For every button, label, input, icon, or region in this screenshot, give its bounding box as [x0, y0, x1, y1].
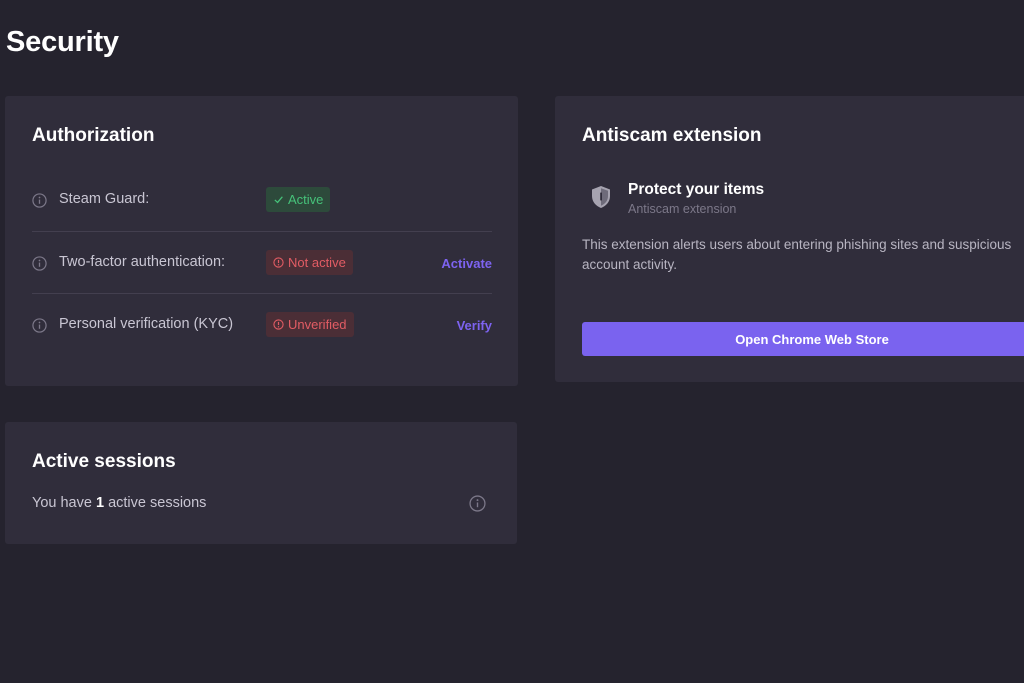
authorization-title: Authorization [32, 125, 155, 146]
info-icon[interactable] [32, 318, 47, 333]
steam-guard-status-badge: Active [266, 187, 331, 212]
auth-row-steam-guard: Steam Guard: Active [32, 169, 492, 231]
alert-icon [273, 257, 284, 268]
sessions-count: 1 [95, 495, 105, 511]
auth-row-kyc: Personal verification (KYC) Unverified V… [32, 293, 492, 355]
sessions-suffix: active sessions [108, 495, 207, 511]
info-icon[interactable] [469, 495, 486, 512]
protect-items-title: Protect your items [628, 181, 765, 198]
kyc-status-text: Unverified [288, 317, 347, 332]
protect-items-subtitle: Antiscam extension [628, 202, 737, 216]
kyc-status-badge: Unverified [266, 312, 354, 337]
alert-icon [273, 319, 284, 330]
antiscam-title: Antiscam extension [582, 125, 762, 146]
page-title: Security [6, 26, 119, 58]
check-icon [274, 196, 283, 204]
activate-link[interactable]: Activate [441, 256, 492, 271]
verify-link[interactable]: Verify [457, 318, 492, 333]
auth-row-two-factor: Two-factor authentication: Not active Ac… [32, 231, 492, 293]
shield-icon [592, 186, 610, 208]
antiscam-card: Antiscam extension Protect your items An… [555, 96, 1024, 382]
active-sessions-card: Active sessions You have 1 active sessio… [5, 422, 517, 544]
two-factor-label: Two-factor authentication: [59, 254, 226, 270]
info-icon[interactable] [32, 193, 47, 208]
info-icon[interactable] [32, 256, 47, 271]
two-factor-status-badge: Not active [266, 250, 353, 275]
authorization-card: Authorization Steam Guard: Active Two-fa… [5, 96, 518, 386]
active-sessions-title: Active sessions [32, 451, 176, 472]
antiscam-description: This extension alerts users about enteri… [582, 237, 1012, 272]
sessions-prefix: You have [32, 495, 92, 511]
active-sessions-text: You have 1 active sessions [32, 495, 206, 511]
kyc-label: Personal verification (KYC) [59, 316, 234, 332]
open-chrome-web-store-button[interactable]: Open Chrome Web Store [582, 322, 1024, 356]
steam-guard-status-text: Active [288, 192, 324, 207]
two-factor-status-text: Not active [288, 255, 346, 270]
steam-guard-label: Steam Guard: [59, 191, 150, 207]
